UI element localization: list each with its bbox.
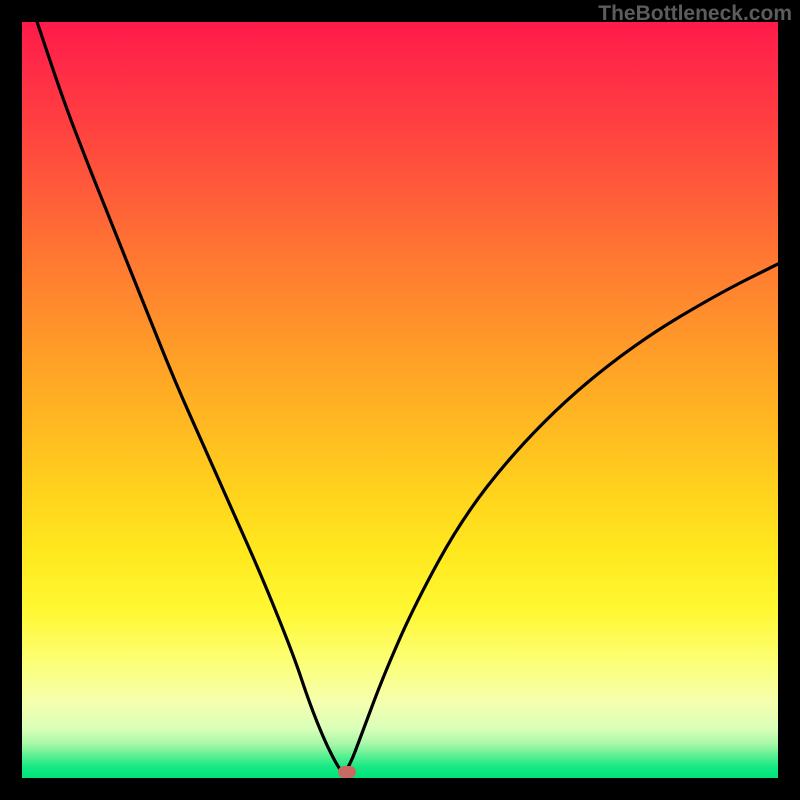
chart-frame: TheBottleneck.com	[0, 0, 800, 800]
plot-area	[22, 22, 778, 778]
bottleneck-curve	[22, 22, 778, 778]
watermark-text: TheBottleneck.com	[598, 2, 792, 26]
optimal-point-marker	[338, 766, 356, 778]
